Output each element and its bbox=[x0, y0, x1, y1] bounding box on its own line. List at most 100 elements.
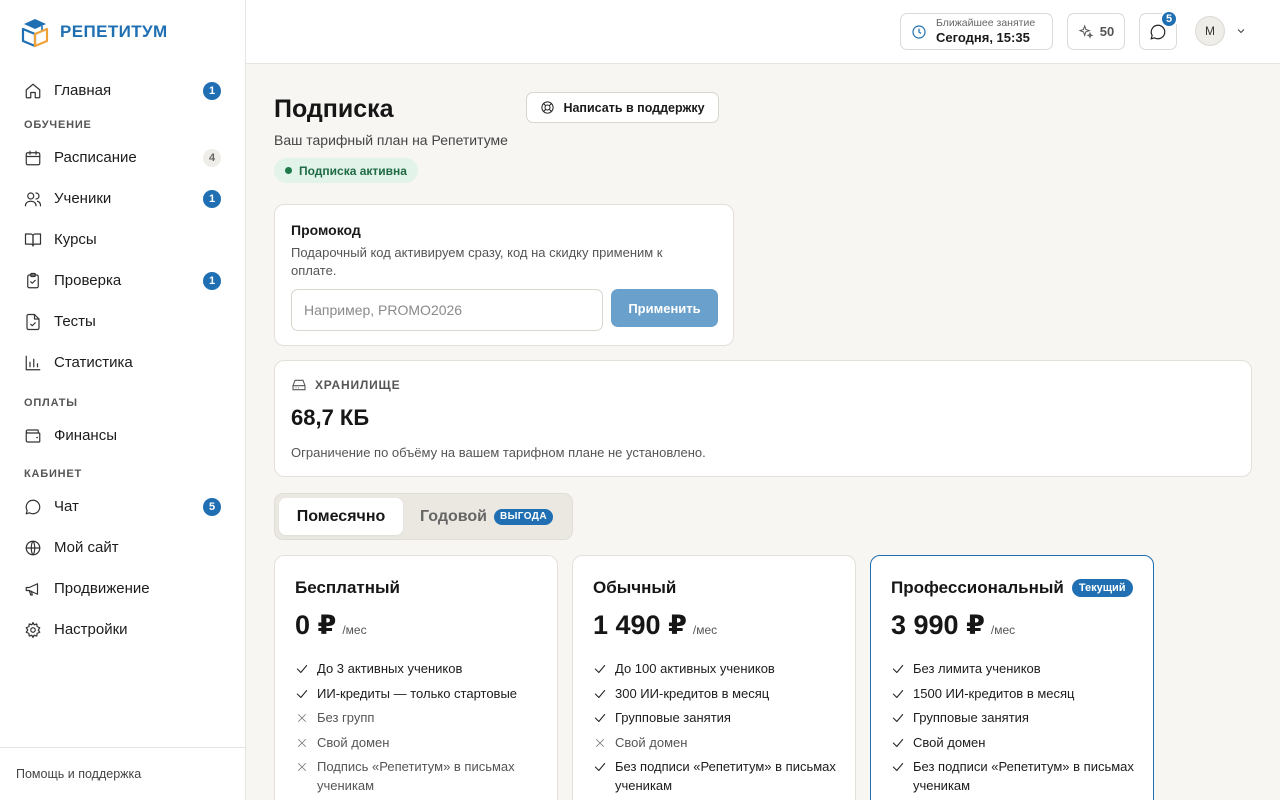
contact-support-label: Написать в поддержку bbox=[563, 100, 705, 115]
plan-features: До 100 активных учеников 300 ИИ-кредитов … bbox=[593, 659, 843, 800]
file-check-icon bbox=[24, 313, 42, 331]
storage-used: 68,7 КБ bbox=[291, 405, 370, 430]
plan-feature-text: Без подписи «Репетитум» в письмах ученик… bbox=[615, 759, 836, 793]
count-badge: 1 bbox=[203, 272, 221, 290]
sidebar-item-review[interactable]: Проверка 1 bbox=[0, 260, 245, 301]
plan-feature-text: Групповые занятия bbox=[615, 710, 731, 725]
plan-feature: 1500 ИИ-кредитов в месяц bbox=[891, 684, 1141, 703]
next-lesson-time: Сегодня, 15:35 bbox=[936, 30, 1030, 45]
status-dot bbox=[285, 167, 292, 174]
messages-badge: 5 bbox=[1160, 10, 1178, 28]
plan-feature: Свой домен bbox=[891, 733, 1141, 752]
tab-yearly-label: Годовой bbox=[420, 507, 487, 525]
plan-price-amount: 0 ₽ bbox=[295, 610, 337, 640]
savings-badge: ВЫГОДА bbox=[494, 508, 553, 525]
sidebar-item-finance[interactable]: Финансы bbox=[0, 415, 245, 456]
sidebar-item-label: Главная bbox=[54, 82, 112, 99]
logo[interactable]: РЕПЕТИТУМ bbox=[20, 16, 168, 48]
plan-name-text: Бесплатный bbox=[295, 578, 400, 597]
cross-icon bbox=[295, 711, 309, 725]
sidebar-item-courses[interactable]: Курсы bbox=[0, 219, 245, 260]
chat-icon bbox=[24, 498, 42, 516]
tab-yearly[interactable]: Годовой ВЫГОДА bbox=[420, 498, 553, 535]
contact-support-button[interactable]: Написать в поддержку bbox=[526, 92, 719, 123]
storage-note: Ограничение по объёму на вашем тарифном … bbox=[291, 445, 706, 460]
sidebar-item-label: Статистика bbox=[54, 354, 133, 371]
check-icon bbox=[593, 687, 607, 701]
plan-feature: Без подписи «Репетитум» в письмах ученик… bbox=[593, 757, 843, 795]
plan-price-amount: 3 990 ₽ bbox=[891, 610, 985, 640]
plan-feature: ИИ-кредиты — только стартовые bbox=[295, 684, 545, 703]
plan-price: 0 ₽ /мес bbox=[295, 610, 367, 641]
plan-feature: До 3 активных учеников bbox=[295, 659, 545, 678]
sidebar-item-label: Настройки bbox=[54, 621, 128, 638]
user-menu[interactable]: М bbox=[1195, 16, 1247, 46]
help-support-link[interactable]: Помощь и поддержка bbox=[0, 747, 245, 800]
plan-card-professional[interactable]: Профессиональный Текущий 3 990 ₽ /мес Бе… bbox=[870, 555, 1154, 800]
sidebar-item-home[interactable]: Главная 1 bbox=[0, 70, 245, 111]
next-lesson-button[interactable]: Ближайшее занятие Сегодня, 15:35 bbox=[900, 13, 1053, 50]
logo-icon bbox=[21, 19, 49, 48]
plan-feature-text: 1500 ИИ-кредитов в месяц bbox=[913, 685, 1075, 701]
sidebar-item-chat[interactable]: Чат 5 bbox=[0, 486, 245, 527]
messages-button[interactable]: 5 bbox=[1139, 10, 1178, 50]
section-label-payments: ОПЛАТЫ bbox=[24, 397, 78, 409]
plan-price-period: /мес bbox=[990, 623, 1016, 637]
sidebar-item-label: Продвижение bbox=[54, 580, 150, 597]
storage-heading-text: ХРАНИЛИЩЕ bbox=[315, 378, 401, 392]
sidebar-item-promotion[interactable]: Продвижение bbox=[0, 568, 245, 609]
page-title: Подписка bbox=[274, 95, 394, 123]
section-label-cabinet: КАБИНЕТ bbox=[24, 468, 83, 480]
sidebar-item-label: Финансы bbox=[54, 427, 117, 444]
check-icon bbox=[891, 711, 905, 725]
plan-feature-text: Свой домен bbox=[615, 734, 688, 750]
plan-feature-text: Без групп bbox=[317, 710, 375, 725]
storage-card: ХРАНИЛИЩЕ 68,7 КБ Ограничение по объёму … bbox=[274, 360, 1252, 477]
check-icon bbox=[295, 662, 309, 676]
sidebar-nav: Главная 1 ОБУЧЕНИЕ Расписание 4 Ученики … bbox=[0, 70, 245, 650]
plan-feature: До 100 активных учеников bbox=[593, 659, 843, 678]
section-label-learning: ОБУЧЕНИЕ bbox=[24, 119, 92, 131]
lifebuoy-icon bbox=[541, 101, 555, 114]
plan-price: 3 990 ₽ /мес bbox=[891, 610, 1015, 641]
plan-feature-text: Свой домен bbox=[913, 734, 986, 750]
plan-features: Без лимита учеников 1500 ИИ-кредитов в ме… bbox=[891, 659, 1141, 800]
plan-card-free[interactable]: Бесплатный 0 ₽ /мес До 3 активных ученик… bbox=[274, 555, 558, 800]
count-badge: 1 bbox=[203, 82, 221, 100]
plan-feature: Подпись «Репетитум» в письмах ученикам bbox=[295, 757, 545, 795]
sidebar-item-label: Чат bbox=[54, 498, 79, 515]
plan-price-period: /мес bbox=[342, 623, 367, 637]
cross-icon bbox=[295, 736, 309, 750]
sidebar-item-settings[interactable]: Настройки bbox=[0, 609, 245, 650]
brand-name: РЕПЕТИТУМ bbox=[60, 22, 168, 41]
sidebar-item-students[interactable]: Ученики 1 bbox=[0, 178, 245, 219]
plan-features: До 3 активных учеников ИИ-кредиты — тольк… bbox=[295, 659, 545, 800]
ai-credits-button[interactable]: 50 bbox=[1067, 13, 1125, 50]
plan-feature-text: ИИ-кредиты — только стартовые bbox=[317, 685, 518, 701]
check-icon bbox=[891, 687, 905, 701]
count-badge: 5 bbox=[203, 498, 221, 516]
plan-card-standard[interactable]: Обычный 1 490 ₽ /мес До 100 активных уче… bbox=[572, 555, 856, 800]
check-icon bbox=[593, 662, 607, 676]
plan-feature: Групповые занятия bbox=[891, 708, 1141, 727]
storage-heading: ХРАНИЛИЩЕ bbox=[291, 377, 400, 393]
status-text: Подписка активна bbox=[299, 163, 407, 178]
sidebar: РЕПЕТИТУМ Главная 1 ОБУЧЕНИЕ Расписание … bbox=[0, 0, 246, 800]
topbar: Ближайшее занятие Сегодня, 15:35 50 5 М bbox=[246, 0, 1280, 64]
plan-feature: Свой домен bbox=[295, 733, 545, 752]
sidebar-item-tests[interactable]: Тесты bbox=[0, 301, 245, 342]
sidebar-item-schedule[interactable]: Расписание 4 bbox=[0, 137, 245, 178]
tab-monthly[interactable]: Помесячно bbox=[279, 498, 403, 535]
cross-icon bbox=[295, 760, 309, 774]
promo-code-input[interactable] bbox=[291, 289, 603, 331]
ai-credits-count: 50 bbox=[1099, 24, 1115, 39]
check-icon bbox=[593, 760, 607, 774]
sidebar-item-my-site[interactable]: Мой сайт bbox=[0, 527, 245, 568]
sidebar-item-statistics[interactable]: Статистика bbox=[0, 342, 245, 383]
page-subtitle: Ваш тарифный план на Репетитуме bbox=[274, 132, 508, 148]
count-badge: 4 bbox=[203, 149, 221, 167]
sidebar-item-label: Ученики bbox=[54, 190, 112, 207]
plan-feature: Групповые занятия bbox=[593, 708, 843, 727]
apply-promo-button[interactable]: Применить bbox=[611, 289, 718, 327]
plan-feature-text: Без подписи «Репетитум» в письмах ученик… bbox=[913, 759, 1134, 793]
